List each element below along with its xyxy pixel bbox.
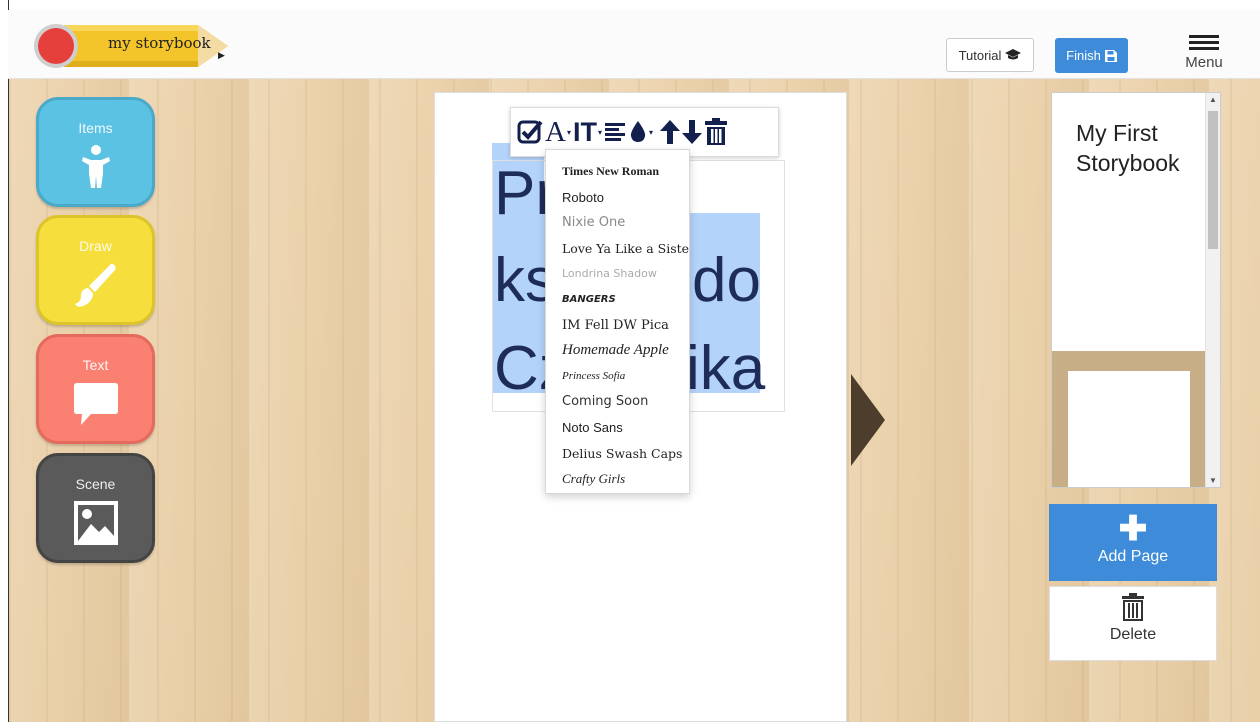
add-page-label: Add Page <box>1097 548 1169 565</box>
scroll-up-icon[interactable]: ▲ <box>1206 95 1220 104</box>
graduation-cap-icon <box>1005 49 1022 60</box>
font-option[interactable]: Noto Sans <box>546 415 689 441</box>
text-label: Text <box>82 357 109 373</box>
font-option[interactable]: Love Ya Like a Sister <box>546 236 689 262</box>
font-dropdown-menu: Times New Roman Roboto Nixie One Love Ya… <box>545 149 690 494</box>
hamburger-bar <box>1189 47 1219 50</box>
brush-icon <box>74 263 116 307</box>
scroll-down-icon[interactable]: ▼ <box>1206 476 1220 485</box>
finish-button[interactable]: Finish <box>1055 38 1128 73</box>
delete-label: Delete <box>1109 626 1157 643</box>
color-drop-icon[interactable] <box>630 121 646 143</box>
page-thumbnail-canvas <box>1068 371 1190 487</box>
tutorial-label: Tutorial <box>958 47 1002 63</box>
image-icon <box>73 501 118 545</box>
caret-right-icon: ▶ <box>218 50 225 60</box>
app-title: my storybook <box>108 34 211 52</box>
items-tool-button[interactable]: Items <box>36 97 155 207</box>
window-frame-left <box>0 0 9 722</box>
top-bar: my storybook ▶ Tutorial Finish Menu <box>8 10 1260 79</box>
menu-label: Menu <box>1185 54 1223 71</box>
color-dropdown-caret-icon[interactable]: ▾ <box>649 128 653 137</box>
draw-tool-button[interactable]: Draw <box>36 215 155 325</box>
font-dropdown-caret-icon[interactable]: ▾ <box>567 128 571 137</box>
menu-button[interactable]: Menu <box>1178 32 1230 71</box>
cover-page-title[interactable]: My First Storybook <box>1076 119 1196 179</box>
text-tool-button[interactable]: Text <box>36 334 155 444</box>
font-option[interactable]: Londrina Shadow <box>546 261 689 287</box>
page-thumbnail[interactable] <box>1052 351 1206 487</box>
speech-bubble-icon <box>73 383 118 425</box>
move-down-icon[interactable] <box>682 120 702 144</box>
move-up-icon[interactable] <box>660 120 680 144</box>
font-option[interactable]: Princess Sofia <box>546 364 689 390</box>
delete-page-button[interactable]: Delete <box>1049 586 1217 661</box>
trash-icon[interactable] <box>705 118 727 146</box>
font-option[interactable]: Times New Roman <box>546 159 689 185</box>
hamburger-bar <box>1189 41 1219 44</box>
draw-label: Draw <box>79 238 112 254</box>
font-option[interactable]: Homemade Apple <box>546 338 689 364</box>
pencil-logo[interactable]: my storybook <box>28 20 238 70</box>
child-icon <box>81 145 110 188</box>
font-option[interactable]: Delius Swash Caps <box>546 441 689 467</box>
items-label: Items <box>78 120 113 136</box>
font-option[interactable]: IM Fell DW Pica <box>546 313 689 339</box>
save-icon <box>1104 49 1117 62</box>
scene-tool-button[interactable]: Scene <box>36 453 155 563</box>
tutorial-button[interactable]: Tutorial <box>946 38 1034 72</box>
font-option[interactable]: Nixie One <box>546 210 689 236</box>
text-line-3b[interactable]: ika <box>686 338 765 400</box>
font-option[interactable]: BANGERS <box>546 287 689 313</box>
thumbnails-scrollbar[interactable]: ▲ ▼ <box>1205 93 1220 487</box>
add-page-button[interactable]: ✚ Add Page <box>1049 504 1217 581</box>
font-option[interactable]: Roboto <box>546 185 689 211</box>
finish-label: Finish <box>1066 48 1101 63</box>
size-dropdown-caret-icon[interactable]: ▾ <box>598 128 602 137</box>
next-page-arrow[interactable] <box>851 374 885 466</box>
font-option[interactable]: Crafty Girls <box>546 466 689 492</box>
page-thumbnails-panel: My First Storybook ▲ ▼ <box>1051 92 1221 488</box>
text-line-2b[interactable]: do <box>692 250 761 312</box>
font-icon[interactable]: A <box>545 117 566 147</box>
scrollbar-thumb[interactable] <box>1208 111 1218 249</box>
align-icon[interactable] <box>604 122 627 142</box>
hamburger-icon <box>1189 35 1219 38</box>
trash-icon <box>1122 593 1144 621</box>
check-icon[interactable] <box>517 119 543 145</box>
font-option[interactable]: Coming Soon <box>546 389 689 415</box>
scene-label: Scene <box>75 476 116 492</box>
text-size-icon[interactable]: IT <box>573 118 597 146</box>
plus-icon: ✚ <box>1118 510 1148 548</box>
